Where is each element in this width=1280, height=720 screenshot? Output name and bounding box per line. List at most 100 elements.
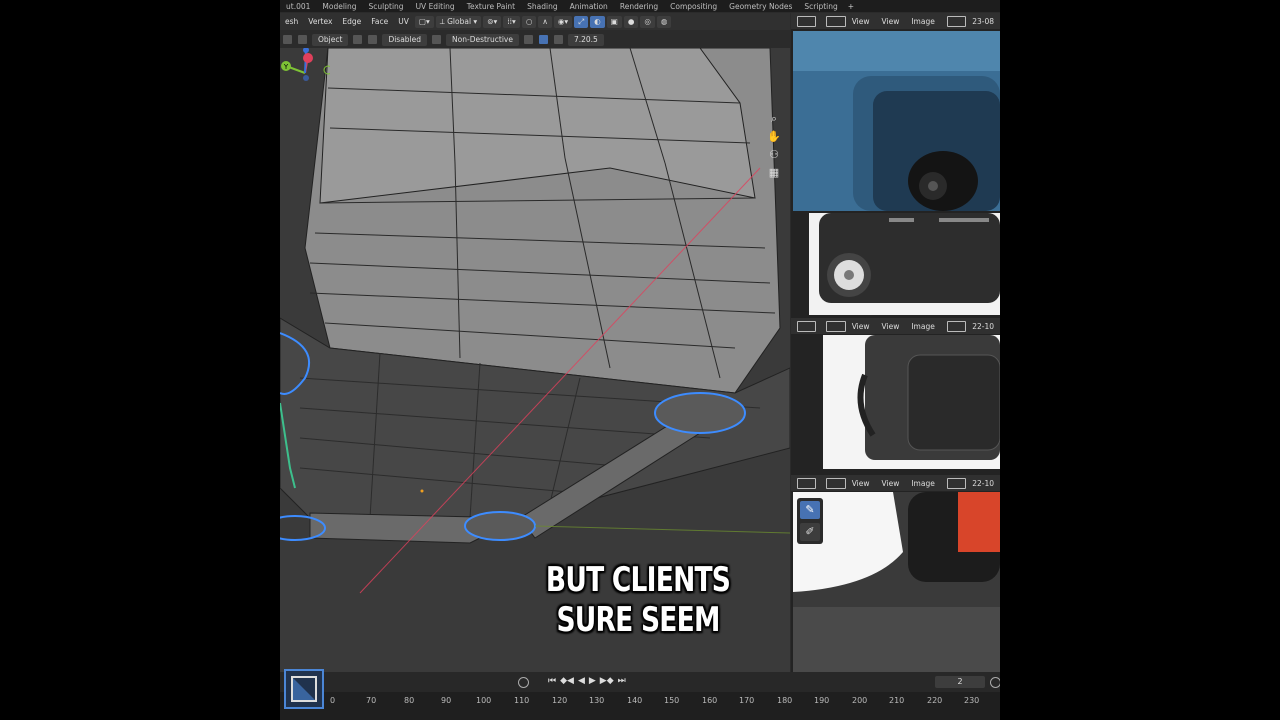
menu-vertex[interactable]: Vertex	[303, 17, 337, 26]
image-datablock-icon-3[interactable]	[946, 477, 967, 489]
ortho-grid-icon[interactable]: ▦	[767, 166, 781, 180]
zoom-icon[interactable]: ⌕	[767, 112, 781, 126]
shading-material-icon[interactable]: ◎	[640, 15, 655, 28]
video-subtitle: BUT CLIENTS SURE SEEM	[545, 560, 731, 640]
image-browse-icon[interactable]	[826, 15, 846, 27]
gizmo-toggle-icon[interactable]: ⤢	[574, 15, 589, 28]
reference-image-2[interactable]	[809, 213, 1000, 315]
reference-image-3[interactable]	[823, 335, 1000, 469]
pivot-icon[interactable]: ⊚▾	[483, 15, 502, 28]
image-datablock-icon[interactable]	[946, 15, 967, 27]
frame-tick: 180	[777, 696, 793, 705]
frame-tick: 200	[852, 696, 868, 705]
tab-scripting[interactable]: Scripting	[798, 2, 843, 11]
overlay-toggle-icon[interactable]: ◐	[590, 15, 605, 28]
timeline-header: ⏮ ◆◀ ◀ ▶ ▶◆ ⏭ 2	[280, 672, 1000, 692]
tool-icon[interactable]	[283, 35, 292, 44]
tab-uv-editing[interactable]: UV Editing	[410, 2, 461, 11]
frame-tick: 170	[739, 696, 755, 705]
frame-tick: 230	[964, 696, 980, 705]
prev-keyframe-icon[interactable]: ◆◀	[560, 676, 574, 686]
reference-image-1[interactable]	[793, 31, 1000, 211]
falloff-icon[interactable]: ∧	[538, 15, 552, 28]
menu-view-5[interactable]: View	[846, 479, 876, 488]
menu-view-2[interactable]: View	[876, 17, 906, 26]
menu-mesh[interactable]: esh	[280, 17, 303, 26]
image-browse-icon-3[interactable]	[826, 477, 846, 489]
destructive-dropdown[interactable]: Non-Destructive	[446, 33, 519, 46]
viewport-navigation-tools: ⌕ ✋ ⚇ ▦	[764, 112, 784, 180]
image-name-3[interactable]: 22-10	[966, 479, 1000, 488]
menu-face[interactable]: Face	[366, 17, 393, 26]
editor-corner-icon[interactable]	[284, 669, 324, 709]
frame-tick: 110	[514, 696, 530, 705]
tab-rendering[interactable]: Rendering	[614, 2, 664, 11]
image-name-2[interactable]: 22-10	[966, 322, 1000, 331]
play-reverse-icon[interactable]: ◀	[578, 676, 585, 686]
select-box-icon[interactable]	[298, 35, 307, 44]
tab-geometry-nodes[interactable]: Geometry Nodes	[723, 2, 798, 11]
keyframe-record-icon[interactable]	[518, 677, 529, 688]
settings-gear-icon[interactable]	[523, 35, 533, 44]
current-frame-field[interactable]: 2	[935, 676, 985, 688]
tab-animation[interactable]: Animation	[564, 2, 614, 11]
menu-view-4[interactable]: View	[876, 322, 906, 331]
reference-image-4[interactable]: ✎ ✐	[793, 492, 1000, 672]
xray-icon[interactable]: ▣	[606, 15, 622, 28]
visibility-icon[interactable]: ◉▾	[553, 15, 573, 28]
tab-layout[interactable]: ut.001	[280, 2, 316, 11]
retopology-icon[interactable]	[432, 35, 442, 44]
image-browse-icon-2[interactable]	[826, 320, 846, 332]
menu-edge[interactable]: Edge	[337, 17, 366, 26]
gizmo-y-label: Y	[283, 63, 289, 71]
menu-image-2[interactable]: Image	[905, 322, 941, 331]
tab-shading[interactable]: Shading	[521, 2, 563, 11]
snap-target-icon[interactable]	[353, 35, 363, 44]
editor-type-icon-3[interactable]	[797, 477, 817, 489]
tab-texture-paint[interactable]: Texture Paint	[461, 2, 521, 11]
playback-controls: ⏮ ◆◀ ◀ ▶ ▶◆ ⏭	[548, 676, 626, 686]
timer-icon[interactable]	[990, 677, 1000, 688]
next-keyframe-icon[interactable]: ▶◆	[600, 676, 614, 686]
editor-type-icon-2[interactable]	[797, 320, 817, 332]
camera-view-icon[interactable]: ⚇	[767, 148, 781, 162]
menu-uv[interactable]: UV	[393, 17, 414, 26]
proportional-edit-icon[interactable]: ○	[521, 15, 537, 28]
frame-tick: 140	[627, 696, 643, 705]
image-tool-shelf: ✎ ✐	[797, 498, 823, 544]
menu-image-3[interactable]: Image	[905, 479, 941, 488]
shading-solid-icon[interactable]: ●	[623, 15, 639, 28]
snap-element-icon[interactable]	[368, 35, 378, 44]
menu-view-3[interactable]: View	[846, 322, 876, 331]
hand-pan-icon[interactable]: ✋	[767, 130, 781, 144]
image-datablock-icon-2[interactable]	[946, 320, 967, 332]
snap-icon[interactable]: ⁞⁞▾	[503, 15, 520, 28]
menu-view-6[interactable]: View	[876, 479, 906, 488]
navigation-gizmo[interactable]: Y	[280, 48, 330, 98]
menu-view[interactable]: View	[846, 17, 876, 26]
shading-rendered-icon[interactable]: ◍	[656, 15, 672, 28]
frame-ruler[interactable]: 0 70 80 90 100 110 120 130 140 150 160 1…	[280, 692, 1000, 720]
jump-start-icon[interactable]: ⏮	[548, 676, 556, 686]
frame-tick: 220	[927, 696, 943, 705]
tab-compositing[interactable]: Compositing	[664, 2, 723, 11]
viewport-header: esh Vertex Edge Face UV ▢▾ ⟂ Global ▾ ⊚▾…	[280, 13, 790, 30]
image-name[interactable]: 23-08	[966, 17, 1000, 26]
jump-end-icon[interactable]: ⏭	[618, 676, 626, 686]
tab-modeling[interactable]: Modeling	[316, 2, 362, 11]
menu-image[interactable]: Image	[905, 17, 941, 26]
play-icon[interactable]: ▶	[589, 676, 596, 686]
frame-tick: 0	[330, 696, 336, 705]
snap-dropdown[interactable]: Disabled	[382, 33, 428, 46]
orientation-dropdown[interactable]: ⟂ Global ▾	[435, 15, 482, 28]
annotate-pen-icon[interactable]: ✐	[800, 523, 820, 541]
sample-eyedropper-icon[interactable]: ✎	[800, 501, 820, 519]
help-icon[interactable]	[553, 35, 563, 44]
pause-icon[interactable]	[538, 35, 548, 44]
transform-affect-dropdown[interactable]: Object	[312, 33, 349, 46]
add-workspace-button[interactable]: +	[844, 2, 858, 11]
tool-settings-header: Object Disabled Non-Destructive 7.20.5	[280, 31, 790, 48]
mesh-select-icon[interactable]: ▢▾	[414, 15, 434, 28]
tab-sculpting[interactable]: Sculpting	[363, 2, 410, 11]
editor-type-icon[interactable]	[797, 15, 817, 27]
